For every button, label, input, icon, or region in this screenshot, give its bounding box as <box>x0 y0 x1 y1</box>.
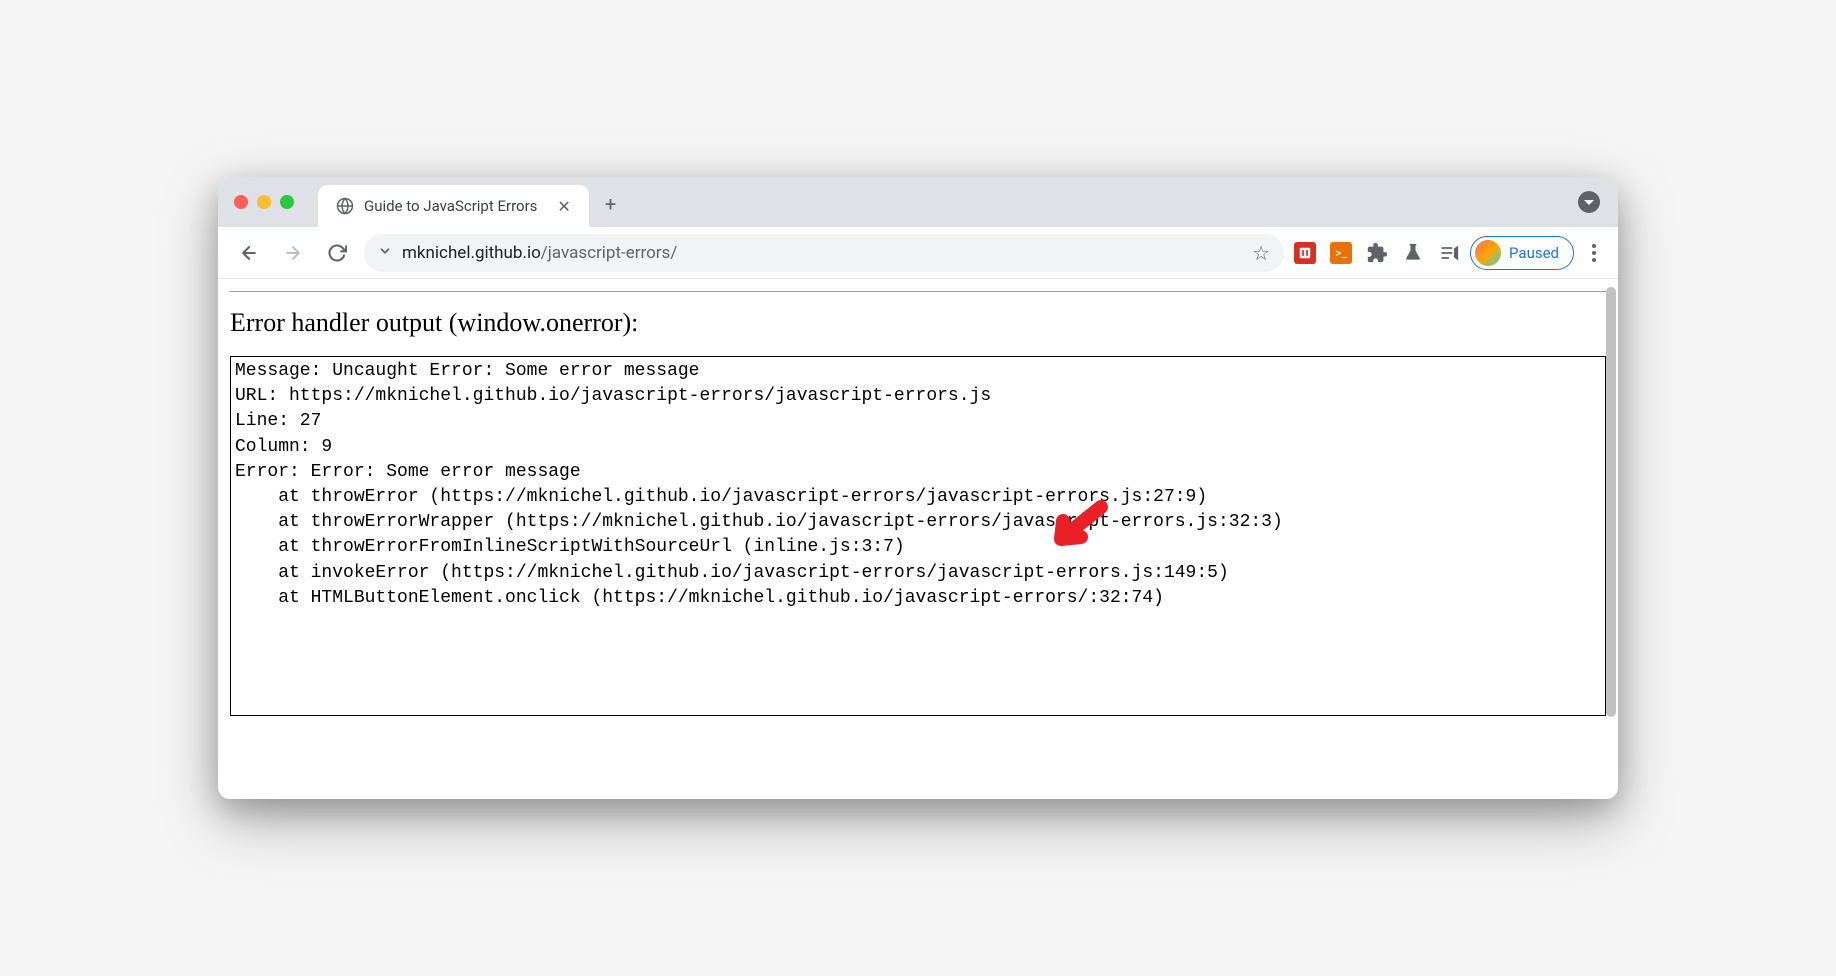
chrome-menu-button[interactable] <box>1584 244 1604 262</box>
scrollbar[interactable] <box>1606 287 1616 717</box>
page-content: Error handler output (window.onerror): M… <box>218 279 1618 799</box>
browser-window: Guide to JavaScript Errors ✕ + mknichel.… <box>218 177 1618 799</box>
window-controls <box>234 195 294 209</box>
new-tab-button[interactable]: + <box>605 192 616 216</box>
tabs-dropdown-button[interactable] <box>1578 191 1600 213</box>
extension-terminal-icon[interactable]: >_ <box>1330 242 1352 264</box>
url-host: mknichel.github.io <box>402 243 541 263</box>
reading-list-icon[interactable] <box>1438 242 1460 264</box>
bookmark-star-icon[interactable]: ☆ <box>1252 241 1270 265</box>
browser-tab[interactable]: Guide to JavaScript Errors ✕ <box>318 185 589 227</box>
extensions-puzzle-icon[interactable] <box>1366 242 1388 264</box>
url-path: /javascript-errors/ <box>541 243 678 263</box>
profile-chip[interactable]: Paused <box>1470 236 1574 270</box>
close-window-button[interactable] <box>234 195 248 209</box>
close-tab-button[interactable]: ✕ <box>557 197 570 216</box>
avatar <box>1475 240 1501 266</box>
extension-icons: >_ <box>1294 242 1460 264</box>
tab-title: Guide to JavaScript Errors <box>364 197 537 215</box>
extension-storage-icon[interactable] <box>1294 242 1316 264</box>
maximize-window-button[interactable] <box>280 195 294 209</box>
minimize-window-button[interactable] <box>257 195 271 209</box>
back-button[interactable] <box>232 236 266 270</box>
profile-status: Paused <box>1509 244 1559 262</box>
url-text: mknichel.github.io/javascript-errors/ <box>402 243 1242 263</box>
site-info-icon[interactable] <box>378 243 392 262</box>
reload-button[interactable] <box>320 236 354 270</box>
error-output-box: Message: Uncaught Error: Some error mess… <box>230 356 1606 716</box>
titlebar: Guide to JavaScript Errors ✕ + <box>218 177 1618 227</box>
toolbar: mknichel.github.io/javascript-errors/ ☆ … <box>218 227 1618 279</box>
error-output-text: Message: Uncaught Error: Some error mess… <box>235 361 1283 608</box>
page-heading: Error handler output (window.onerror): <box>230 308 1606 338</box>
forward-button[interactable] <box>276 236 310 270</box>
globe-icon <box>336 197 354 215</box>
labs-flask-icon[interactable] <box>1402 242 1424 264</box>
address-bar[interactable]: mknichel.github.io/javascript-errors/ ☆ <box>364 234 1284 272</box>
